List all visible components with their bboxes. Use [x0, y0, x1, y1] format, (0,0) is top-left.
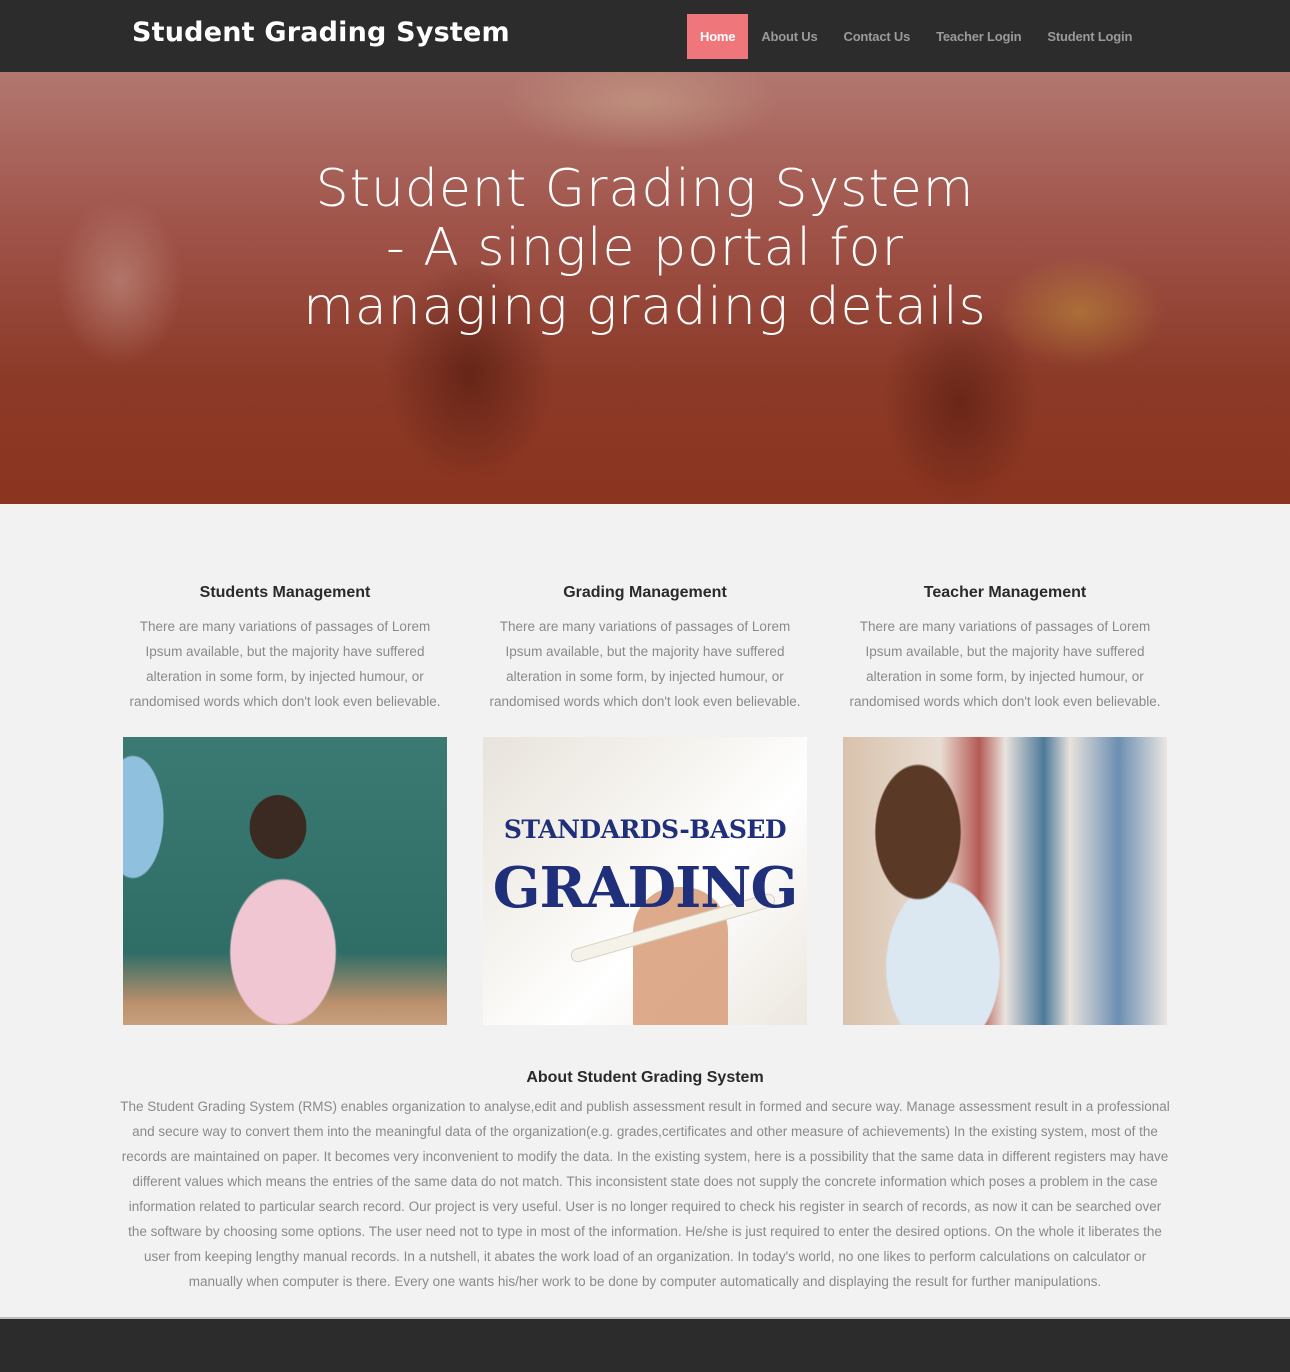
nav-item-student-login[interactable]: Student Login [1034, 14, 1145, 59]
navbar: Student Grading System Home About Us Con… [0, 0, 1290, 72]
nav-item-about-us[interactable]: About Us [748, 14, 830, 59]
about-title: About Student Grading System [526, 1069, 764, 1086]
nav-item-home[interactable]: Home [687, 14, 749, 59]
feature-description: There are many variations of passages of… [129, 619, 441, 709]
nav-item-teacher-login[interactable]: Teacher Login [923, 14, 1034, 59]
feature-description: There are many variations of passages of… [849, 619, 1161, 709]
nav-item-contact-us[interactable]: Contact Us [831, 14, 924, 59]
teacher-library-image [843, 737, 1167, 1025]
feature-teacher-management: Teacher Management There are many variat… [843, 580, 1167, 1025]
nav-menu: Home About Us Contact Us Teacher Login S… [687, 14, 1145, 59]
feature-title: Teacher Management [923, 584, 1087, 601]
feature-title: Grading Management [563, 584, 727, 601]
about-section: About Student Grading System The Student… [118, 1064, 1172, 1294]
teacher-writing-image [123, 737, 447, 1025]
brand-logo[interactable]: Student Grading System [132, 17, 510, 48]
feature-title: Students Management [199, 584, 371, 601]
grading-image-text-line2: GRADING [492, 855, 799, 921]
hero-title: Student Grading System - A single portal… [303, 159, 987, 337]
footer [0, 1319, 1290, 1372]
grading-image-text-line1: STANDARDS-BASED [503, 815, 787, 844]
feature-description: There are many variations of passages of… [489, 619, 801, 709]
standards-based-grading-image: STANDARDS-BASED GRADING [483, 737, 807, 1025]
feature-students-management: Students Management There are many varia… [123, 580, 447, 1025]
features-section: Students Management There are many varia… [123, 580, 1167, 1025]
feature-grading-management: Grading Management There are many variat… [483, 580, 807, 1025]
hero-banner: Student Grading System - A single portal… [0, 72, 1290, 504]
about-text: The Student Grading System (RMS) enables… [120, 1099, 1170, 1289]
